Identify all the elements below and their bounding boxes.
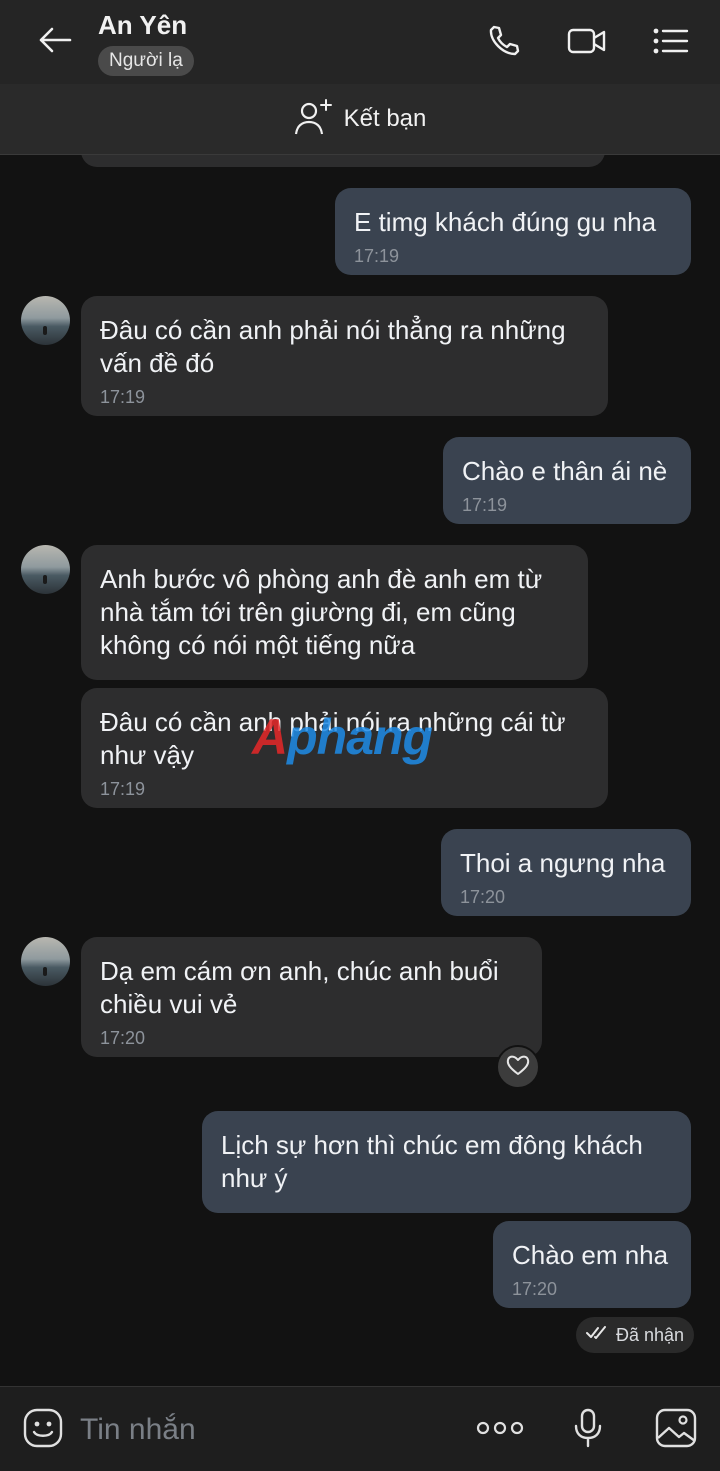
message-time: 17:20 [100,1028,146,1048]
image-icon [655,1408,697,1453]
video-camera-icon [567,26,607,61]
react-button[interactable] [496,1045,540,1089]
microphone-icon [573,1408,603,1453]
message-bubble-incoming[interactable]: Đâu có cần anh phải nói thẳng ra những v… [81,296,608,416]
composer-bar [0,1386,720,1471]
arrow-left-icon [38,27,72,58]
add-friend-label: Kết bạn [343,105,427,132]
double-check-icon [586,1325,608,1345]
delivery-status-text: Đã nhận [616,1324,685,1345]
message-text: Chào em nha [512,1240,669,1270]
avatar[interactable] [21,296,70,345]
message-text: Đâu có cần anh phải nói thẳng ra những v… [100,315,566,378]
message-text: Chào e thân ái nè [462,456,668,486]
message-text: E timg khách đúng gu nha [354,207,657,237]
message-time: 17:19 [462,495,508,515]
message-time: 17:19 [354,246,400,266]
stranger-badge: Người lạ [98,46,194,76]
delivery-status: Đã nhận [576,1317,695,1353]
watermark-text: phang [287,709,433,765]
message-text: Thoi a ngưng nha [460,848,666,878]
message-bubble-outgoing[interactable]: Chào e thân ái nè 17:19 [443,437,691,524]
message-bubble-outgoing[interactable]: E timg khách đúng gu nha 17:19 [335,188,691,275]
more-dots-icon [476,1421,524,1440]
contact-name[interactable]: An Yên [98,10,187,41]
message-input[interactable] [80,1409,460,1451]
back-button[interactable] [30,18,80,66]
message-list[interactable]: E timg khách đúng gu nha 17:19 Đâu có cầ… [0,155,720,1385]
video-call-button[interactable] [564,20,610,66]
phone-icon [486,24,520,63]
voice-button[interactable] [565,1407,611,1453]
message-bubble-incoming[interactable]: Dạ em cám ơn anh, chúc anh buổi chiều vu… [81,937,542,1057]
add-user-icon [294,98,334,141]
message-bubble-outgoing[interactable]: Lịch sự hơn thì chúc em đông khách như ý [202,1111,691,1213]
avatar[interactable] [21,545,70,594]
avatar[interactable] [21,937,70,986]
message-bubble-outgoing[interactable]: Chào em nha 17:20 [493,1221,691,1308]
message-text: Anh bước vô phòng anh đè anh em từ nhà t… [100,564,543,660]
add-friend-button[interactable]: Kết bạn [0,84,720,155]
image-button[interactable] [653,1407,699,1453]
emoji-icon [22,1407,64,1454]
message-text: Dạ em cám ơn anh, chúc anh buổi chiều vu… [100,956,499,1019]
list-menu-icon [653,27,689,60]
message-time: 17:20 [512,1279,558,1299]
emoji-button[interactable] [20,1407,66,1453]
message-time: 17:19 [100,779,146,799]
chat-header: An Yên Người lạ [0,0,720,84]
message-time: 17:20 [460,887,506,907]
call-button[interactable] [480,20,526,66]
heart-icon [506,1054,530,1081]
options-button[interactable] [648,20,694,66]
message-bubble-outgoing[interactable]: Thoi a ngưng nha 17:20 [441,829,691,916]
message-bubble-incoming[interactable]: Anh bước vô phòng anh đè anh em từ nhà t… [81,545,588,680]
more-button[interactable] [476,1407,524,1453]
message-bubble-partial [81,155,605,167]
message-text: Lịch sự hơn thì chúc em đông khách như ý [221,1130,643,1193]
watermark-logo: Aphang [252,708,433,766]
watermark-initial: A [252,709,288,765]
message-time: 17:19 [100,387,146,407]
